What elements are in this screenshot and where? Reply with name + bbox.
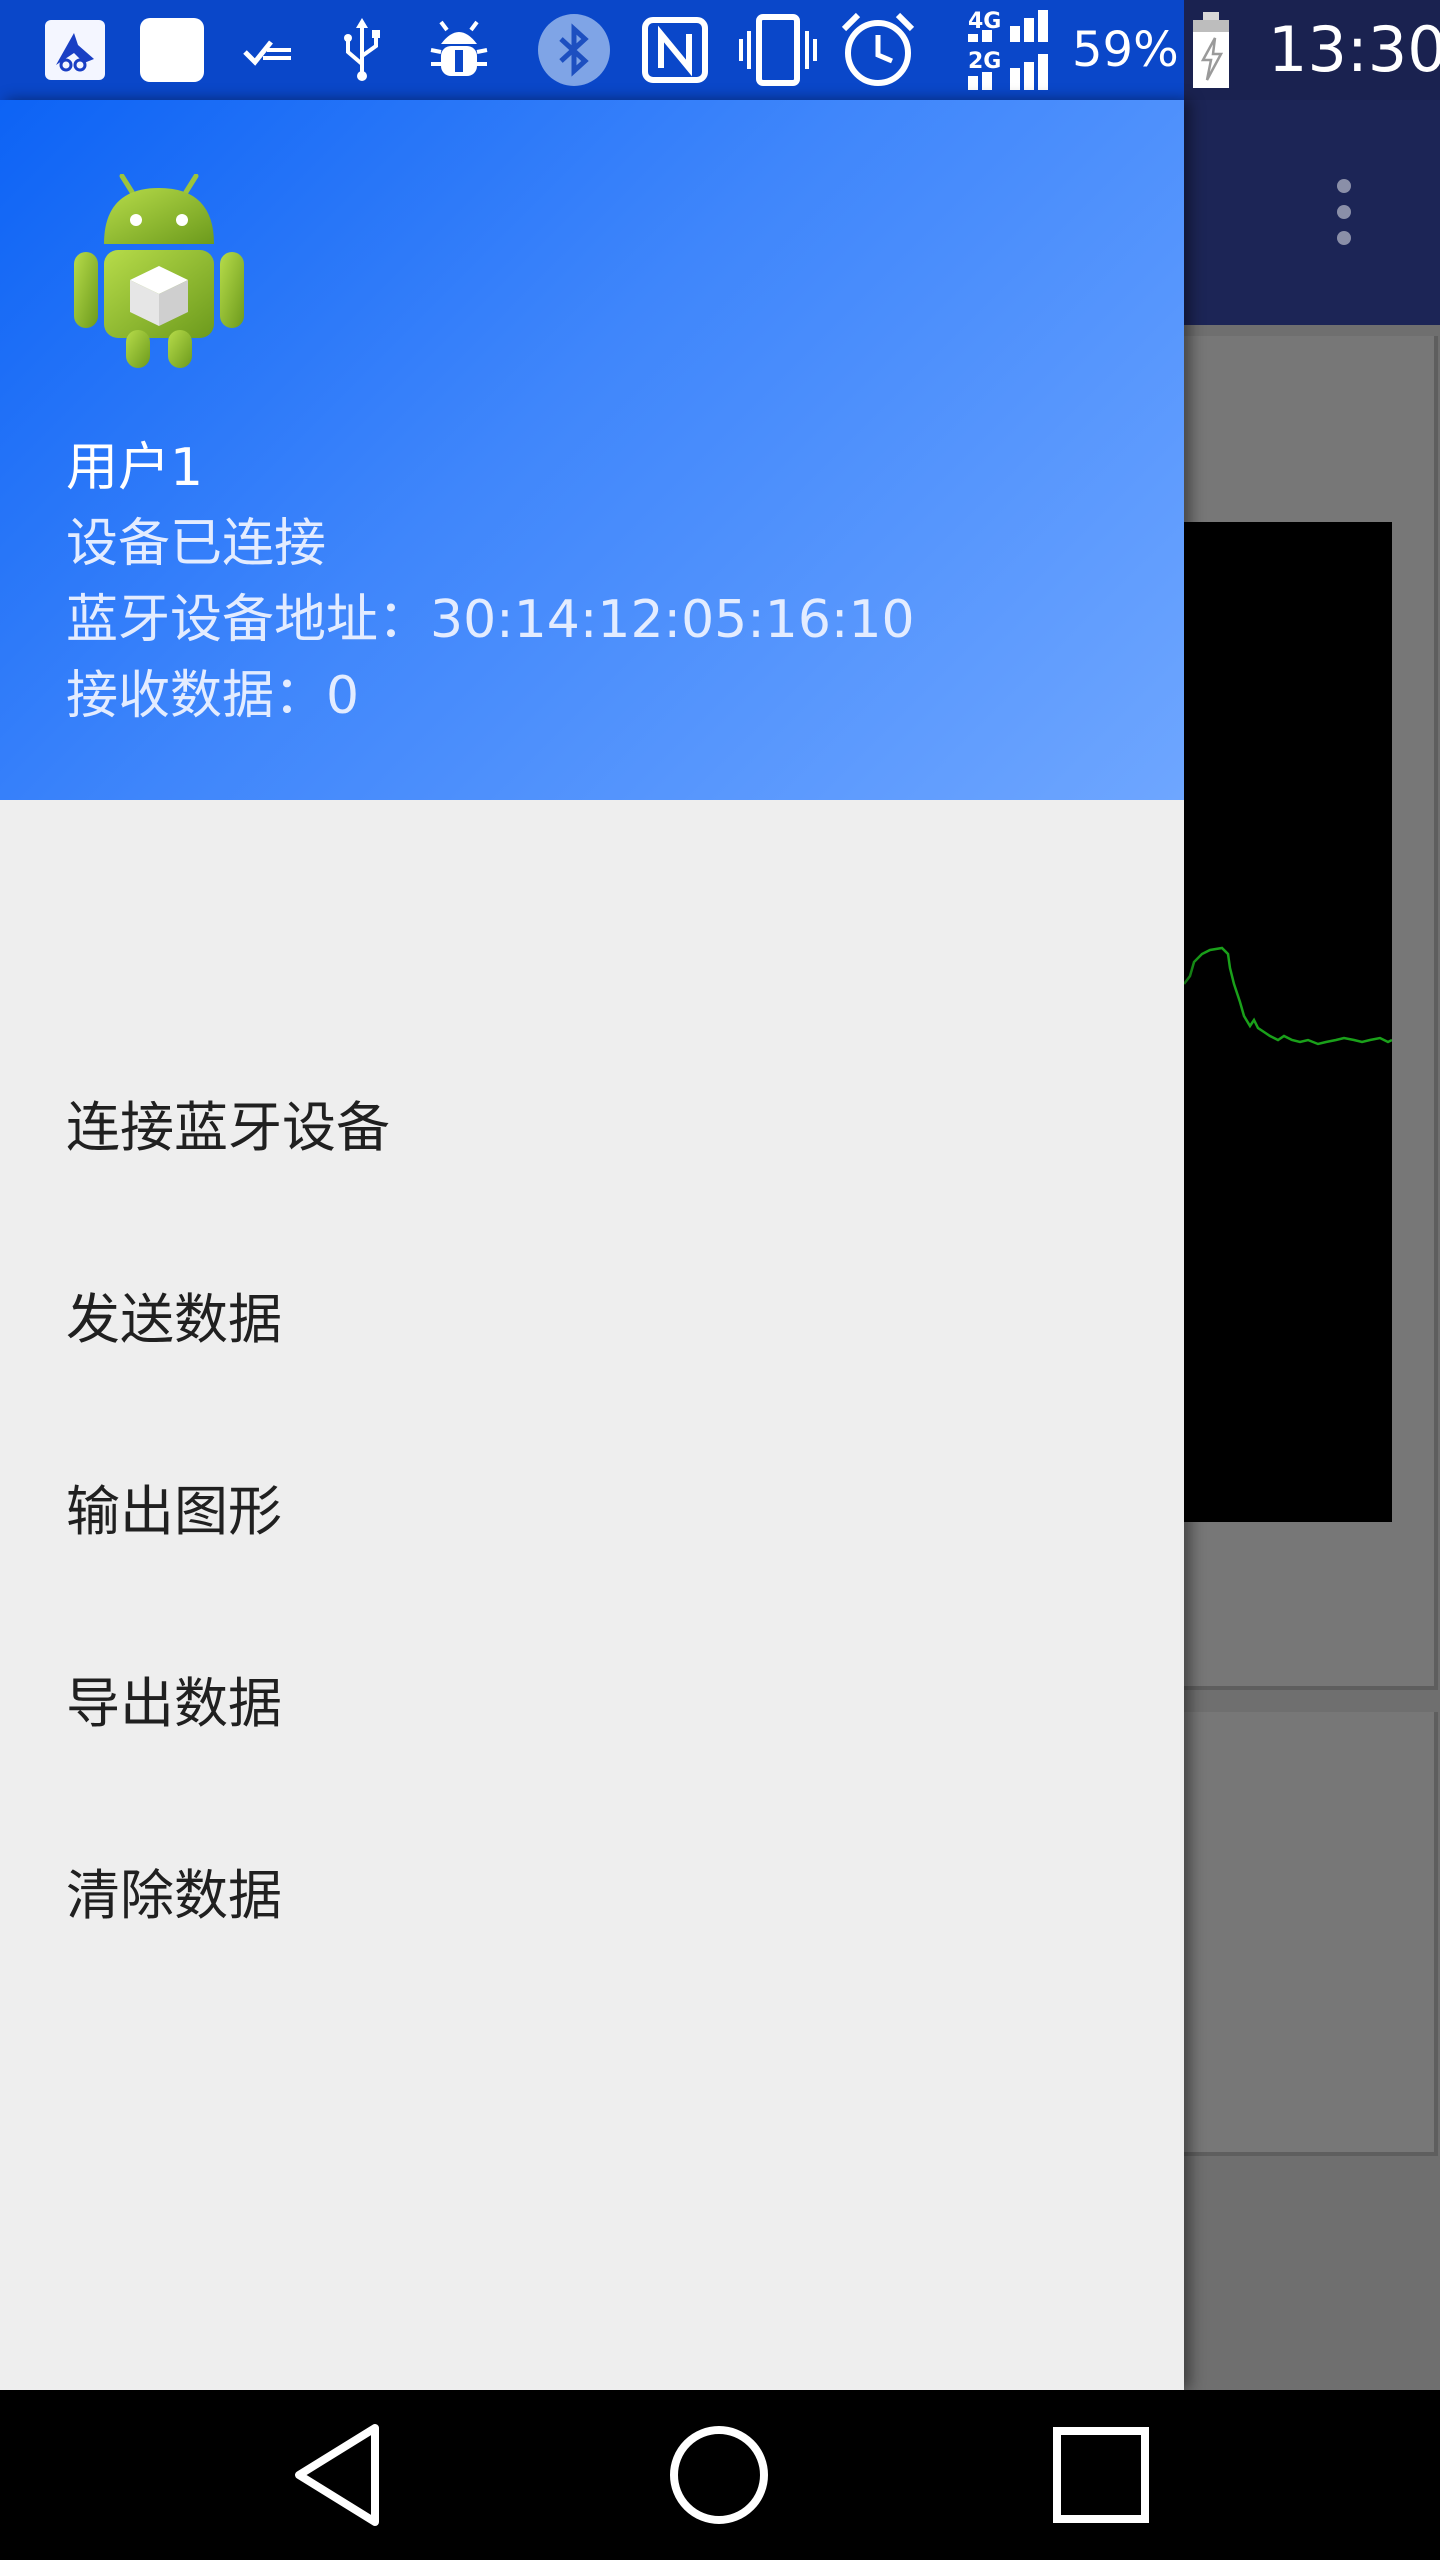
signal-icon: 4G 2G bbox=[966, 6, 1056, 94]
back-triangle-icon[interactable] bbox=[272, 2408, 406, 2542]
signal-plot-line bbox=[1183, 946, 1393, 1046]
menu-item-label: 清除数据 bbox=[66, 1863, 282, 1927]
app-toolbar bbox=[1184, 100, 1440, 325]
battery-percent: 59% bbox=[1072, 22, 1179, 78]
header-username: 用户1 bbox=[66, 438, 204, 498]
menu-item-label: 输出图形 bbox=[66, 1479, 282, 1543]
clock-time: 13:30 bbox=[1268, 13, 1440, 86]
sync-check-icon bbox=[240, 18, 296, 82]
debug-icon bbox=[426, 18, 492, 82]
battery-charging-icon bbox=[1190, 8, 1232, 92]
menu-item-label: 连接蓝牙设备 bbox=[66, 1095, 390, 1159]
menu-item-label: 导出数据 bbox=[66, 1671, 282, 1735]
screen: 4G 2G 59% 13:30 用户1 设备已连接 蓝牙设备地址：30:14:1… bbox=[0, 0, 1440, 2560]
signal-plot bbox=[1183, 522, 1393, 1522]
header-connection-status: 设备已连接 bbox=[66, 514, 327, 574]
alarm-icon bbox=[836, 12, 920, 86]
menu-item-clear-data[interactable]: 清除数据 bbox=[0, 1794, 1184, 1986]
drawer-header: 用户1 设备已连接 蓝牙设备地址：30:14:12:05:16:10 接收数据：… bbox=[0, 100, 1184, 800]
menu-item-send-data[interactable]: 发送数据 bbox=[0, 1218, 1184, 1410]
header-received-count: 接收数据：0 bbox=[66, 666, 360, 726]
recents-square-icon[interactable] bbox=[1034, 2408, 1168, 2542]
home-circle-icon[interactable] bbox=[652, 2408, 786, 2542]
navigation-drawer: 用户1 设备已连接 蓝牙设备地址：30:14:12:05:16:10 接收数据：… bbox=[0, 100, 1184, 2390]
signal-2g-label: 2G bbox=[968, 49, 1001, 74]
blank-notification-icon bbox=[138, 18, 206, 82]
more-vert-icon[interactable] bbox=[1322, 176, 1366, 248]
bluetooth-icon bbox=[536, 14, 612, 86]
menu-item-connect-bluetooth[interactable]: 连接蓝牙设备 bbox=[0, 1026, 1184, 1218]
navigation-bar bbox=[0, 2390, 1440, 2560]
vibrate-icon bbox=[736, 14, 820, 86]
android-box-icon bbox=[74, 173, 244, 370]
status-bar: 4G 2G 59% 13:30 bbox=[0, 0, 1440, 100]
nfc-icon bbox=[640, 17, 710, 83]
header-bluetooth-address: 蓝牙设备地址：30:14:12:05:16:10 bbox=[66, 590, 915, 650]
app-notification-icon bbox=[42, 18, 108, 82]
menu-item-output-graph[interactable]: 输出图形 bbox=[0, 1410, 1184, 1602]
menu-item-export-data[interactable]: 导出数据 bbox=[0, 1602, 1184, 1794]
menu-item-label: 发送数据 bbox=[66, 1287, 282, 1351]
usb-icon bbox=[338, 18, 386, 82]
info-card bbox=[1184, 1712, 1438, 2156]
